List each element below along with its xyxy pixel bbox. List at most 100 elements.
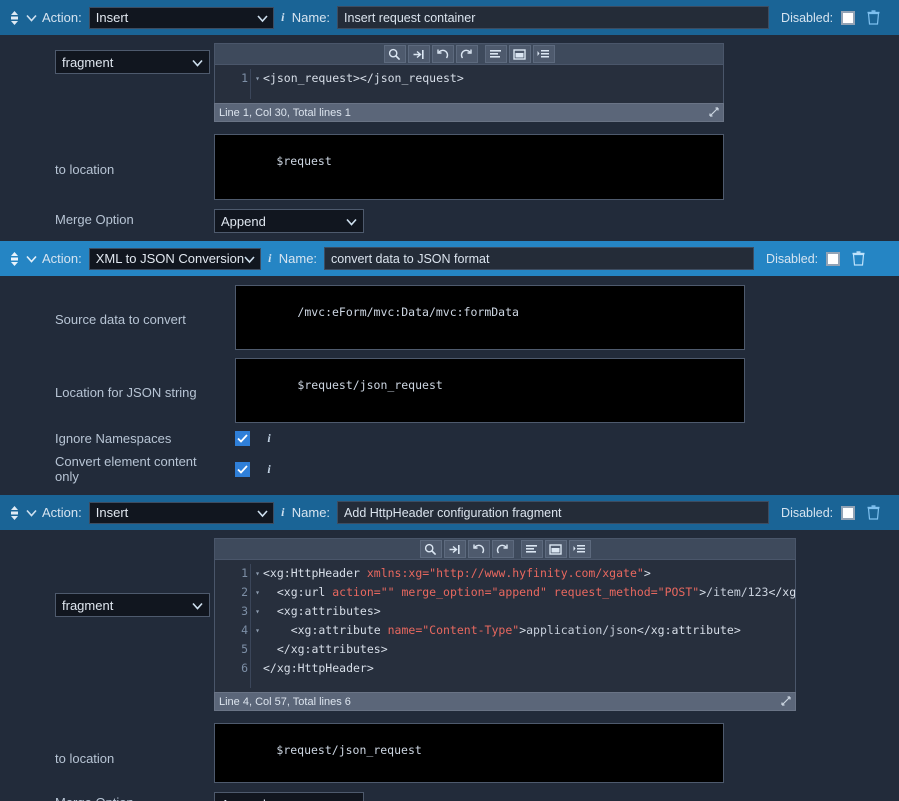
action-header-convert-data-to-json-format[interactable]: Action: XML to JSON Conversion i Name: c… xyxy=(0,241,899,276)
search-icon[interactable] xyxy=(383,45,406,63)
delete-action-button[interactable] xyxy=(867,10,880,25)
collapse-chevron-icon[interactable] xyxy=(22,14,40,22)
code-text[interactable]: <json_request></json_request> xyxy=(251,69,723,99)
collapse-chevron-icon[interactable] xyxy=(22,509,40,517)
action-type-value: Insert xyxy=(95,10,129,25)
convert-element-content-row: Convert element content only i xyxy=(0,454,899,484)
undo-icon[interactable] xyxy=(431,45,454,63)
action-info-icon[interactable]: i xyxy=(274,505,292,520)
fullscreen-icon[interactable] xyxy=(508,45,531,63)
resize-grip-icon[interactable] xyxy=(708,106,719,120)
collapse-chevron-icon[interactable] xyxy=(22,255,40,263)
action-name-input[interactable]: Insert request container xyxy=(337,6,770,29)
convert-element-content-info-icon[interactable]: i xyxy=(260,462,278,477)
delete-action-button[interactable] xyxy=(867,505,880,520)
to-location-row-1: to location $request xyxy=(0,134,899,200)
resize-grip-icon[interactable] xyxy=(710,769,722,781)
editor-toolbar[interactable] xyxy=(214,43,724,65)
fold-triangle-icon[interactable]: ▾ xyxy=(255,621,260,640)
fold-triangle-icon[interactable]: ▾ xyxy=(255,69,260,88)
editor-toolbar[interactable] xyxy=(214,538,796,560)
code-token-tag: <xg:attributes> xyxy=(263,604,381,618)
fragment-type-select-3[interactable]: fragment xyxy=(55,593,210,617)
ignore-namespaces-checkbox[interactable] xyxy=(235,431,250,446)
fragment-type-select-1[interactable]: fragment xyxy=(55,50,210,74)
merge-option-select-1[interactable]: Append xyxy=(214,209,364,233)
to-location-value: $request/json_request xyxy=(276,743,422,757)
reorder-handle-icon[interactable] xyxy=(6,505,22,521)
indent-icon[interactable] xyxy=(568,540,591,558)
action-name-value: convert data to JSON format xyxy=(331,251,490,266)
format-align-icon[interactable] xyxy=(520,540,543,558)
code-line: <xg:attribute name="Content-Type">applic… xyxy=(263,621,795,640)
search-icon[interactable] xyxy=(419,540,442,558)
code-text[interactable]: <xg:HttpHeader xmlns:xg="http://www.hyfi… xyxy=(251,564,795,688)
disabled-checkbox[interactable] xyxy=(841,10,856,25)
undo-icon[interactable] xyxy=(467,540,490,558)
action-type-select[interactable]: XML to JSON Conversion xyxy=(88,247,261,270)
to-location-label: to location xyxy=(55,751,115,766)
convert-element-content-checkbox[interactable] xyxy=(235,461,250,477)
action-info-icon[interactable]: i xyxy=(274,10,292,25)
action-header-add-httpheader-configuration-fragment[interactable]: Action: Insert i Name: Add HttpHeader co… xyxy=(0,495,899,530)
fold-triangle-icon[interactable]: ▾ xyxy=(255,564,260,583)
action-name-input[interactable]: Add HttpHeader configuration fragment xyxy=(337,501,770,524)
convert-element-content-label: Convert element content only xyxy=(55,454,197,484)
resize-grip-icon[interactable] xyxy=(710,186,722,198)
code-line: <xg:url action="" merge_option="append" … xyxy=(263,583,795,602)
resize-grip-icon[interactable] xyxy=(780,695,791,709)
merge-option-select-3[interactable]: Append xyxy=(214,792,364,801)
cursor-position-text: Line 4, Col 57, Total lines 6 xyxy=(219,695,351,708)
merge-option-label: Merge Option xyxy=(55,212,134,227)
code-token-text: application/json xyxy=(526,623,637,637)
indent-icon[interactable] xyxy=(532,45,555,63)
line-number-gutter: 1 ▾ 2 ▾ 3 ▾ 4 ▾ 5 6 xyxy=(215,564,260,688)
code-token-attr: xmlns:xg="http://www.hyfinity.com/xgate" xyxy=(366,566,644,580)
fold-triangle-icon[interactable]: ▾ xyxy=(255,602,260,621)
goto-line-icon[interactable] xyxy=(407,45,430,63)
code-line: <xg:attributes> xyxy=(263,602,795,621)
fullscreen-icon[interactable] xyxy=(544,540,567,558)
action-name-input[interactable]: convert data to JSON format xyxy=(324,247,755,270)
chevron-down-icon xyxy=(257,10,268,25)
name-label: Name: xyxy=(291,505,331,520)
action-type-select[interactable]: Insert xyxy=(88,6,274,29)
code-editor-1: 1 ▾ <json_request></json_request> Line 1,… xyxy=(214,43,724,122)
to-location-textarea-3[interactable]: $request/json_request xyxy=(214,723,724,783)
code-token-tag: <xg:attribute xyxy=(263,623,388,637)
fold-triangle-icon[interactable]: ▾ xyxy=(255,583,260,602)
redo-icon[interactable] xyxy=(455,45,478,63)
format-align-icon[interactable] xyxy=(484,45,507,63)
resize-grip-icon[interactable] xyxy=(731,336,743,348)
action-info-icon[interactable]: i xyxy=(261,251,279,266)
disabled-checkbox[interactable] xyxy=(826,251,841,266)
name-label: Name: xyxy=(278,251,318,266)
source-data-label: Source data to convert xyxy=(55,312,186,327)
ignore-namespaces-row: Ignore Namespaces i xyxy=(0,431,899,446)
to-location-textarea-1[interactable]: $request xyxy=(214,134,724,200)
code-content[interactable]: 1 ▾ 2 ▾ 3 ▾ 4 ▾ 5 6 <xg:HttpHeader xmlns:xg="http… xyxy=(214,560,796,692)
code-token-text: /item/123 xyxy=(706,585,769,599)
goto-line-icon[interactable] xyxy=(443,540,466,558)
reorder-handle-icon[interactable] xyxy=(6,251,22,267)
merge-option-row-3: Merge Option Append xyxy=(0,792,899,801)
action-name-value: Insert request container xyxy=(344,10,476,25)
source-data-textarea[interactable]: /mvc:eForm/mvc:Data/mvc:formData xyxy=(235,285,745,350)
code-token-tag: <xg:url xyxy=(263,585,333,599)
line-number: 3 ▾ xyxy=(215,602,260,621)
action-header-insert-request-container[interactable]: Action: Insert i Name: Insert request co… xyxy=(0,0,899,35)
to-location-row-3: to location $request/json_request xyxy=(0,723,899,783)
reorder-handle-icon[interactable] xyxy=(6,10,22,26)
code-content[interactable]: 1 ▾ <json_request></json_request> xyxy=(214,65,724,103)
resize-grip-icon[interactable] xyxy=(731,409,743,421)
code-token-tag: <json_request></json_request> xyxy=(263,71,464,85)
redo-icon[interactable] xyxy=(491,540,514,558)
to-location-label: to location xyxy=(55,162,115,177)
action-type-select[interactable]: Insert xyxy=(88,501,274,524)
code-token-attr: action="" merge_option="append" request_… xyxy=(332,585,700,599)
delete-action-button[interactable] xyxy=(852,251,865,266)
code-editor-3: 1 ▾ 2 ▾ 3 ▾ 4 ▾ 5 6 <xg:HttpHeader xmlns:xg="http… xyxy=(214,538,796,711)
ignore-namespaces-info-icon[interactable]: i xyxy=(260,431,278,446)
disabled-checkbox[interactable] xyxy=(841,505,856,520)
json-location-textarea[interactable]: $request/json_request xyxy=(235,358,745,423)
